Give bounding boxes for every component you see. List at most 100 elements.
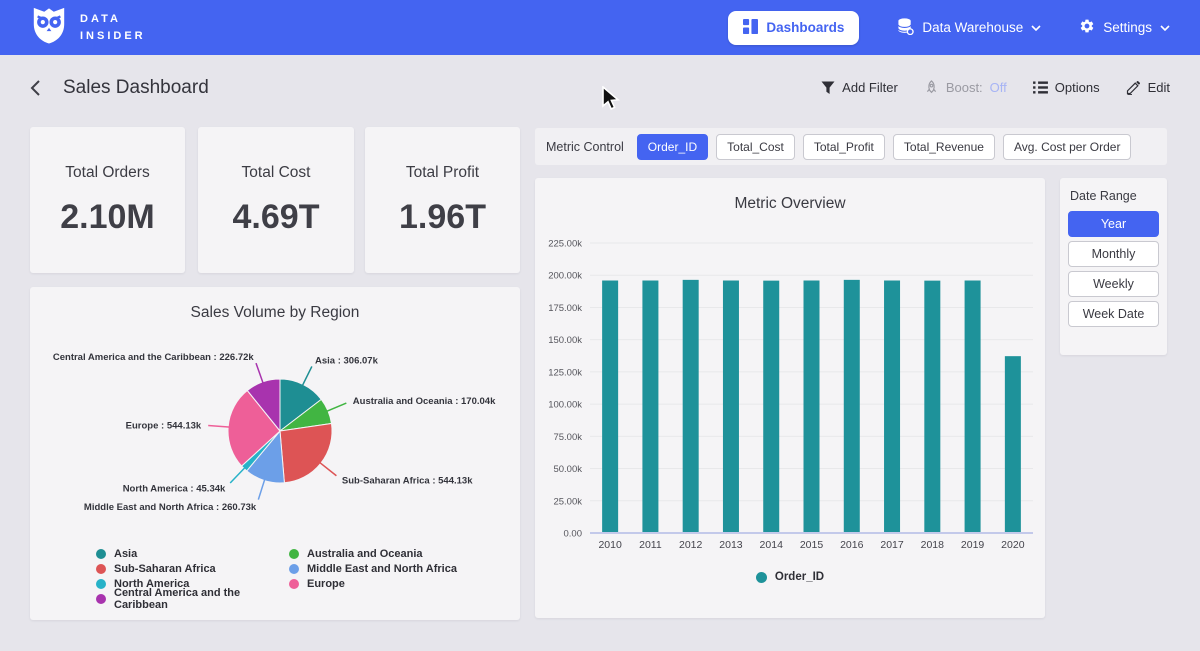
y-tick-label: 200.00k: [548, 271, 582, 282]
bar-2019[interactable]: [965, 281, 981, 533]
y-tick-label: 0.00: [564, 529, 583, 540]
bar-2015[interactable]: [804, 281, 820, 533]
rocket-icon: [924, 80, 939, 95]
date-range-option-monthly[interactable]: Monthly: [1068, 241, 1159, 267]
asia-leader-line: [302, 366, 312, 386]
legend-dot: [289, 579, 299, 589]
metric-control-bar: Metric Control Order_ID Total_Cost Total_P…: [535, 128, 1167, 165]
y-tick-label: 75.00k: [553, 432, 582, 443]
date-range-option-year[interactable]: Year: [1068, 211, 1159, 237]
date-range-panel: Date Range Year Monthly Weekly Week Date: [1060, 178, 1167, 355]
north-america-leader-line: [230, 467, 245, 483]
y-tick-label: 125.00k: [548, 367, 582, 378]
dashboard-grid-icon: [743, 19, 758, 37]
nav-settings-menu[interactable]: Settings: [1079, 18, 1170, 37]
bar-2014[interactable]: [763, 281, 779, 533]
date-range-option-week-date[interactable]: Week Date: [1068, 301, 1159, 327]
kpi-label: Total Orders: [65, 164, 149, 182]
x-tick-label: 2010: [598, 539, 622, 551]
pie-slice-sub-saharan-africa[interactable]: [280, 424, 332, 483]
metric-option-total-cost[interactable]: Total_Cost: [716, 134, 795, 160]
bar-2018[interactable]: [924, 281, 940, 533]
legend-dot: [289, 549, 299, 559]
legend-label: Europe: [307, 578, 345, 590]
y-tick-label: 150.00k: [548, 335, 582, 346]
legend-label: Australia and Oceania: [307, 548, 423, 560]
legend-item-sub-saharan-africa[interactable]: Sub-Saharan Africa: [96, 561, 289, 576]
legend-label: Middle East and North Africa: [307, 563, 457, 575]
brand[interactable]: DATA INSIDER: [30, 5, 146, 50]
central-america-and-the-caribbean-label: Central America and the Caribbean : 226.…: [53, 352, 255, 363]
kpi-label: Total Profit: [406, 164, 479, 182]
x-tick-label: 2012: [679, 539, 703, 551]
options-button[interactable]: Options: [1033, 80, 1100, 95]
pie-chart: Asia : 306.07k Australia and Oceania : 17…: [30, 327, 520, 544]
bar-2016[interactable]: [844, 280, 860, 533]
top-navbar: DATA INSIDER Dashboards: [0, 0, 1200, 55]
dashboard-header: Sales Dashboard Add Filter Boost: Off: [0, 55, 1200, 120]
page-title: Sales Dashboard: [63, 77, 209, 99]
legend-dot: [756, 572, 767, 583]
chevron-down-icon: [1160, 25, 1170, 31]
metric-option-group: Order_ID Total_Cost Total_Profit Total_Reve…: [637, 134, 1132, 160]
boost-toggle[interactable]: Boost: Off: [924, 80, 1007, 95]
kpi-card-total-orders: Total Orders 2.10M: [30, 127, 185, 273]
central-america-and-the-caribbean-leader-line: [256, 363, 263, 384]
back-button[interactable]: [30, 79, 41, 97]
bar-chart: 225.00k200.00k175.00k150.00k125.00k100.0…: [535, 227, 1045, 567]
bar-2011[interactable]: [642, 281, 658, 533]
legend-item-asia[interactable]: Asia: [96, 546, 289, 561]
chart-title: Sales Volume by Region: [30, 287, 520, 322]
date-range-label: Date Range: [1070, 189, 1159, 203]
europe-leader-line: [208, 426, 230, 428]
x-tick-label: 2016: [840, 539, 864, 551]
legend-item-europe[interactable]: Europe: [289, 576, 482, 591]
metric-control-label: Metric Control: [546, 140, 624, 154]
chevron-left-icon: [30, 79, 41, 97]
bar-2012[interactable]: [683, 280, 699, 533]
bar-2013[interactable]: [723, 281, 739, 533]
middle-east-and-north-africa-label: Middle East and North Africa : 260.73k: [84, 502, 257, 513]
australia-and-oceania-label: Australia and Oceania : 170.04k: [353, 396, 496, 407]
x-tick-label: 2011: [639, 539, 662, 551]
date-range-option-group: Year Monthly Weekly Week Date: [1068, 211, 1159, 327]
legend-item-middle-east-and-north-africa[interactable]: Middle East and North Africa: [289, 561, 482, 576]
kpi-label: Total Cost: [242, 164, 311, 182]
legend-item-central-america-and-the-caribbean[interactable]: Central America and the Caribbean: [96, 591, 289, 606]
asia-label: Asia : 306.07k: [315, 356, 379, 367]
legend-dot: [96, 564, 106, 574]
bar-2017[interactable]: [884, 281, 900, 533]
chart-title: Metric Overview: [535, 178, 1045, 213]
legend-item-australia-and-oceania[interactable]: Australia and Oceania: [289, 546, 482, 561]
bar-2010[interactable]: [602, 281, 618, 533]
kpi-card-total-profit: Total Profit 1.96T: [365, 127, 520, 273]
metric-option-total-revenue[interactable]: Total_Revenue: [893, 134, 995, 160]
kpi-card-total-cost: Total Cost 4.69T: [198, 127, 354, 273]
bar-2020[interactable]: [1005, 356, 1021, 533]
nav-data-warehouse-label: Data Warehouse: [922, 20, 1023, 35]
brand-text: DATA INSIDER: [80, 11, 146, 44]
date-range-option-weekly[interactable]: Weekly: [1068, 271, 1159, 297]
australia-and-oceania-leader-line: [326, 403, 346, 412]
x-tick-label: 2018: [921, 539, 945, 551]
add-filter-button[interactable]: Add Filter: [821, 80, 898, 95]
nav-dashboards-button[interactable]: Dashboards: [728, 11, 859, 45]
legend-label: Central America and the Caribbean: [114, 587, 289, 611]
bar-chart-legend: Order_ID: [535, 571, 1045, 583]
sales-dashboard-page: DATA INSIDER Dashboards: [0, 0, 1200, 651]
legend-dot: [96, 579, 106, 589]
sub-saharan-africa-leader-line: [319, 462, 336, 476]
kpi-value: 1.96T: [399, 198, 486, 237]
y-tick-label: 50.00k: [553, 464, 582, 475]
edit-button[interactable]: Edit: [1126, 80, 1170, 95]
nav-data-warehouse-menu[interactable]: Data Warehouse: [897, 18, 1041, 38]
metric-option-total-profit[interactable]: Total_Profit: [803, 134, 885, 160]
metric-option-order-id[interactable]: Order_ID: [637, 134, 708, 160]
y-tick-label: 100.00k: [548, 400, 582, 411]
north-america-label: North America : 45.34k: [123, 484, 226, 495]
metric-option-avg-cost-per-order[interactable]: Avg. Cost per Order: [1003, 134, 1132, 160]
filter-icon: [821, 81, 835, 95]
chevron-down-icon: [1031, 25, 1041, 31]
nav-dashboards-label: Dashboards: [766, 20, 844, 35]
metric-overview-panel: Metric Overview 225.00k200.00k175.00k150…: [535, 178, 1045, 618]
